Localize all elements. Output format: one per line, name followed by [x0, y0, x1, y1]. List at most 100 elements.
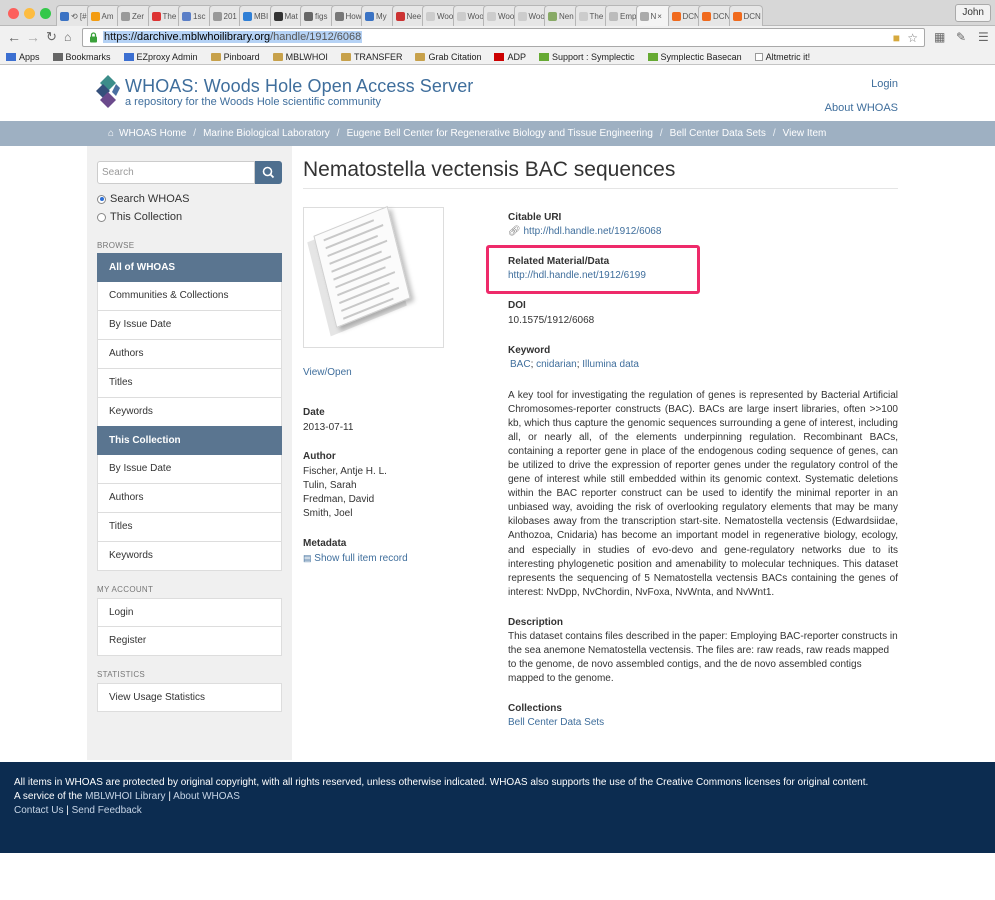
browser-tab[interactable]: MBI: [239, 5, 274, 26]
sidebar-item[interactable]: Titles: [97, 369, 282, 398]
extension-icon[interactable]: ▦: [934, 30, 945, 44]
browser-tab[interactable]: Zer: [117, 5, 152, 26]
bookmark-item[interactable]: EZproxy Admin: [123, 52, 198, 62]
browser-tab[interactable]: DCN: [728, 5, 763, 26]
breadcrumb-item[interactable]: Bell Center Data Sets: [670, 128, 766, 139]
bookmark-item[interactable]: ADP: [494, 52, 526, 62]
breadcrumb-item[interactable]: Eugene Bell Center for Regenerative Biol…: [347, 128, 653, 139]
keyword-link[interactable]: cnidarian: [536, 359, 577, 370]
sidebar-item[interactable]: Register: [97, 627, 282, 656]
footer-contact-link[interactable]: Contact Us: [14, 805, 63, 816]
browser-tab[interactable]: The: [574, 5, 609, 26]
sidebar-item[interactable]: Communities & Collections: [97, 282, 282, 311]
reload-icon[interactable]: ↻: [46, 29, 57, 45]
sidebar-item[interactable]: By Issue Date: [97, 311, 282, 340]
folder-icon: [340, 52, 351, 61]
sidebar-item[interactable]: Keywords: [97, 398, 282, 427]
tab-favicon-icon: [365, 11, 374, 21]
browser-tab[interactable]: The: [147, 5, 182, 26]
browser-tab[interactable]: Woo: [452, 5, 487, 26]
related-material-link[interactable]: http://hdl.handle.net/1912/6199: [508, 269, 646, 283]
site-title[interactable]: WHOAS: Woods Hole Open Access Server: [125, 76, 473, 97]
browse-heading: BROWSE: [97, 241, 135, 250]
bookmark-item[interactable]: Apps: [6, 52, 40, 62]
browser-tab[interactable]: figs: [300, 5, 335, 26]
minimize-window-button[interactable]: [24, 8, 35, 19]
browser-tab[interactable]: Woo: [483, 5, 518, 26]
browser-tab[interactable]: Woo: [422, 5, 457, 26]
keyword-link[interactable]: Illumina data: [582, 359, 639, 370]
home-icon[interactable]: ⌂: [64, 29, 71, 45]
browser-tab[interactable]: Nen: [544, 5, 579, 26]
bookmark-item[interactable]: Support : Symplectic: [539, 52, 635, 62]
bookmark-item[interactable]: Grab Citation: [415, 52, 481, 62]
footer-feedback-link[interactable]: Send Feedback: [72, 805, 142, 816]
sidebar-item[interactable]: Authors: [97, 484, 282, 513]
browser-tab[interactable]: DCN: [667, 5, 702, 26]
scope-all-radio[interactable]: Search WHOAS: [97, 193, 189, 205]
browser-tab[interactable]: 201: [208, 5, 243, 26]
profile-button[interactable]: John: [955, 4, 991, 22]
browser-tab[interactable]: Emp: [605, 5, 640, 26]
browser-tab[interactable]: How: [330, 5, 365, 26]
search-input[interactable]: Search: [97, 161, 255, 184]
sidebar-item[interactable]: By Issue Date: [97, 455, 282, 484]
browser-tab[interactable]: ⟲ [#3: [56, 5, 91, 26]
address-bar[interactable]: https://darchive.mblwhoilibrary.org/hand…: [82, 28, 925, 47]
sidebar-item[interactable]: Keywords: [97, 542, 282, 571]
header-login-link[interactable]: Login: [871, 78, 898, 90]
bookmark-item[interactable]: Symplectic Basecan: [647, 52, 742, 62]
sidebar-item[interactable]: Login: [97, 598, 282, 627]
header-about-link[interactable]: About WHOAS: [825, 102, 898, 114]
bookmark-item[interactable]: TRANSFER: [340, 52, 402, 62]
sidebar-item[interactable]: Authors: [97, 340, 282, 369]
bookmark-star-icon[interactable]: ☆: [907, 31, 918, 45]
browser-tab[interactable]: My: [361, 5, 396, 26]
sidebar-item[interactable]: View Usage Statistics: [97, 683, 282, 712]
document-thumbnail[interactable]: [303, 205, 444, 348]
collection-link[interactable]: Bell Center Data Sets: [508, 716, 604, 730]
breadcrumb-item[interactable]: WHOAS Home: [119, 128, 186, 139]
show-full-record-link[interactable]: ▤ Show full item record: [303, 551, 408, 566]
scope-collection-radio[interactable]: This Collection: [97, 211, 182, 223]
sidebar-item[interactable]: This Collection: [97, 426, 282, 455]
sidebar-item[interactable]: All of WHOAS: [97, 253, 282, 282]
folder-icon[interactable]: ■: [893, 31, 900, 45]
scope-all-label: Search WHOAS: [110, 193, 190, 205]
menu-icon[interactable]: ☰: [978, 30, 989, 44]
url-text[interactable]: https://darchive.mblwhoilibrary.org/hand…: [103, 31, 363, 43]
pen-icon[interactable]: ✎: [956, 30, 966, 44]
footer-sep-1: |: [168, 791, 171, 802]
search-button[interactable]: [255, 161, 282, 184]
close-window-button[interactable]: [8, 8, 19, 19]
footer-contact-line: Contact Us | Send Feedback: [14, 804, 995, 818]
browser-tab[interactable]: Woo: [513, 5, 548, 26]
browser-tab[interactable]: 1sc: [178, 5, 213, 26]
back-icon[interactable]: ←: [7, 29, 21, 45]
footer-library-link[interactable]: MBLWHOI Library: [85, 791, 165, 802]
tab-close-icon[interactable]: ×: [657, 12, 662, 21]
bookmark-item[interactable]: Pinboard: [210, 52, 260, 62]
keyword-link[interactable]: BAC: [510, 359, 531, 370]
breadcrumb-separator: /: [336, 128, 340, 139]
tab-favicon-icon: [639, 11, 649, 21]
browser-tab[interactable]: Nee: [391, 5, 426, 26]
browser-tab[interactable]: Mat: [269, 5, 304, 26]
breadcrumb-item[interactable]: Marine Biological Laboratory: [203, 128, 330, 139]
footer-about-link[interactable]: About WHOAS: [173, 791, 240, 802]
browser-tab[interactable]: DCN: [698, 5, 733, 26]
browser-tabs: ⟲ [#3 Am Zer The 1sc 201 MBI Mat figs How My Nee Woo…: [56, 5, 763, 26]
forward-icon[interactable]: →: [26, 29, 40, 45]
whoas-logo[interactable]: [96, 75, 120, 109]
date-value: 2013-07-11: [303, 422, 354, 433]
sidebar-item[interactable]: Titles: [97, 513, 282, 542]
bookmark-item[interactable]: Altmetric it!: [754, 52, 810, 62]
bookmark-item[interactable]: Bookmarks: [52, 52, 111, 62]
citable-uri-link[interactable]: 🔗︎ http://hdl.handle.net/1912/6068: [508, 225, 661, 239]
view-open-link[interactable]: View/Open: [303, 366, 352, 380]
bookmark-item[interactable]: MBLWHOI: [272, 52, 328, 62]
browser-tab[interactable]: Am: [86, 5, 121, 26]
tab-label: Nen: [559, 11, 574, 21]
zoom-window-button[interactable]: [40, 8, 51, 19]
browser-tab[interactable]: N ×: [635, 5, 672, 26]
